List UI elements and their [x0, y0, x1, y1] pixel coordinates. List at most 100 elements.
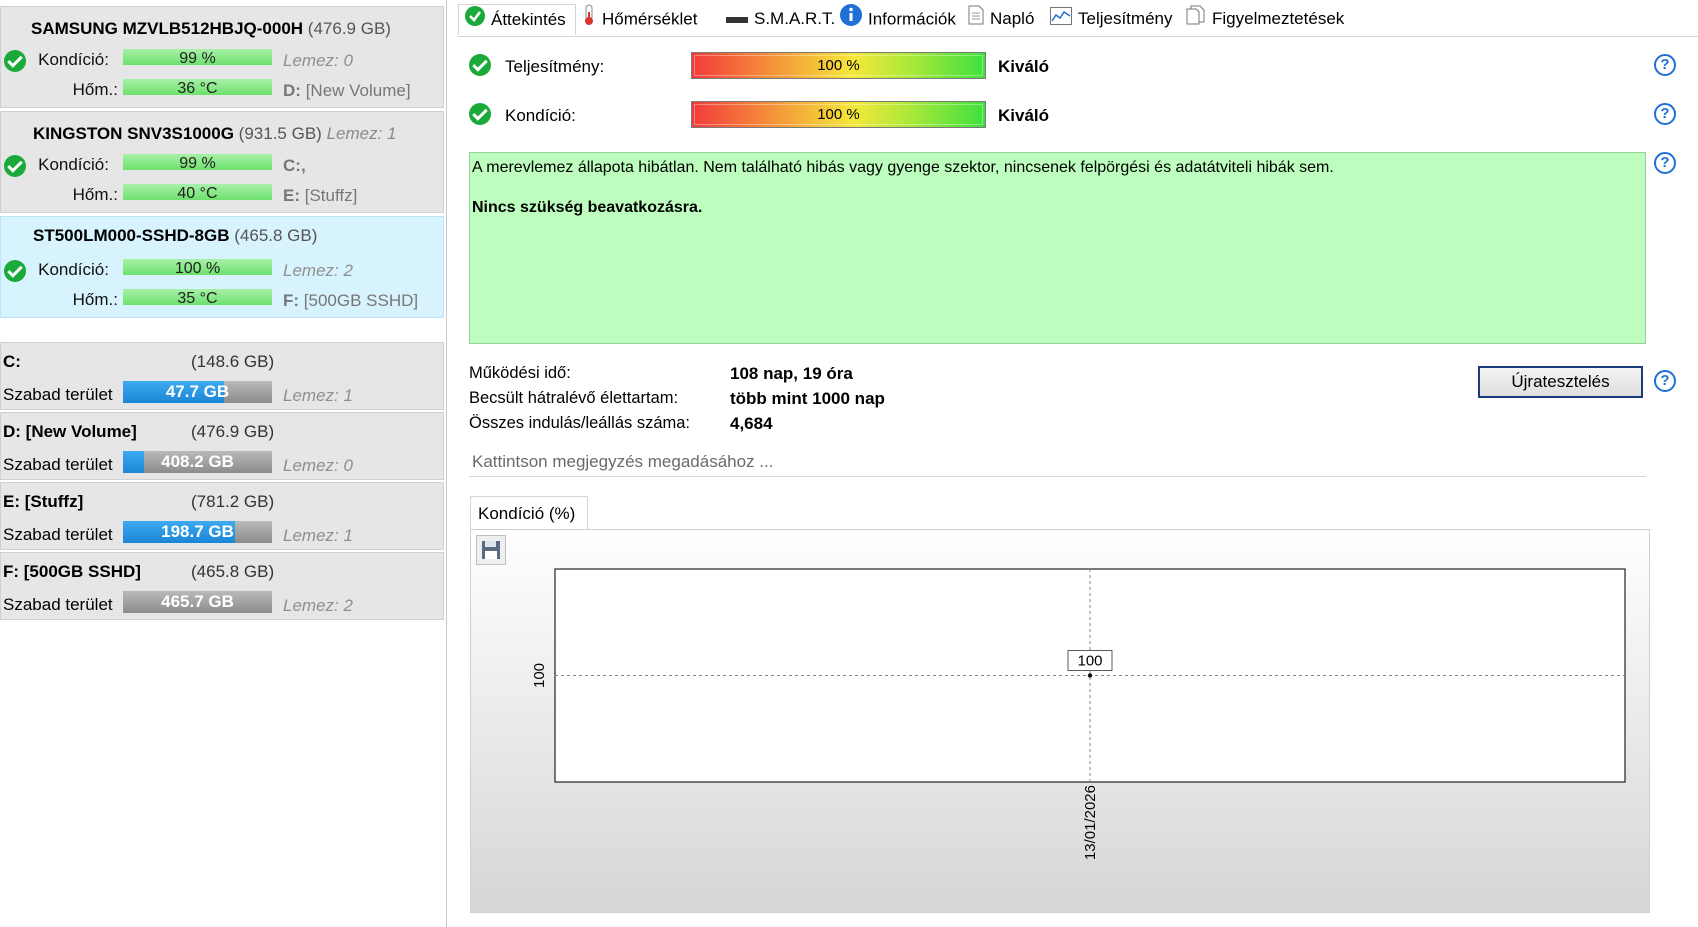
tab-warnings[interactable]: Figyelmeztetések	[1180, 4, 1352, 35]
help-icon[interactable]: ?	[1654, 54, 1676, 76]
condition-ok-icon	[469, 103, 491, 125]
performance-bar: 100 %	[691, 52, 986, 79]
status-message-box: A merevlemez állapota hibátlan. Nem talá…	[469, 152, 1646, 344]
condition-rating: Kiváló	[998, 106, 1050, 125]
volume-size: (465.8 GB)	[191, 562, 275, 581]
temp-bar: 40 °C	[123, 184, 272, 203]
document-icon	[968, 5, 984, 35]
free-space-label: Szabad terület	[3, 595, 113, 614]
volume-name: D: [New Volume]	[3, 422, 137, 441]
drive-icon	[726, 5, 748, 35]
condition-label: Kondíció:	[38, 155, 109, 174]
tab-information[interactable]: Információk	[834, 4, 962, 35]
free-space-bar: 198.7 GB	[123, 521, 272, 543]
disk-index: Lemez: 2	[283, 261, 353, 280]
volume-item-c[interactable]: C: (148.6 GB) Szabad terület 47.7 GB Lem…	[0, 342, 444, 410]
status-recommendation: Nincs szükség beavatkozásra.	[472, 199, 703, 216]
condition-chart: 100 13/01/2026 100	[531, 568, 1626, 860]
y-tick-label: 100	[531, 663, 548, 688]
startstop-label: Összes indulás/leállás száma:	[469, 414, 691, 432]
free-space-bar: 47.7 GB	[123, 381, 272, 403]
disk-size: (931.5 GB)	[238, 124, 322, 143]
temp-label: Hőm.:	[72, 80, 118, 99]
volume-item-f[interactable]: F: [500GB SSHD] (465.8 GB) Szabad terüle…	[0, 552, 444, 620]
temp-bar: 35 °C	[123, 289, 272, 308]
temp-label: Hőm.:	[72, 290, 118, 309]
volume-size: (148.6 GB)	[191, 352, 275, 371]
disk-size: (465.8 GB)	[234, 226, 318, 245]
data-point	[1087, 673, 1093, 678]
help-icon[interactable]: ?	[1654, 152, 1676, 174]
check-icon	[4, 155, 26, 177]
disk-size: (476.9 GB)	[307, 19, 391, 38]
tab-condition-chart[interactable]: Kondíció (%)	[470, 496, 588, 529]
disk-list-panel: SAMSUNG MZVLB512HBJQ-000H (476.9 GB) Kon…	[0, 0, 447, 927]
condition-bar: 99 %	[123, 154, 272, 173]
temp-label: Hőm.:	[72, 185, 118, 204]
retest-button[interactable]: Újratesztelés	[1478, 366, 1643, 398]
info-icon	[840, 4, 862, 36]
tab-log[interactable]: Napló	[962, 4, 1044, 35]
tab-temperature[interactable]: Hőmérséklet	[576, 4, 720, 35]
volume-disk-index: Lemez: 1	[283, 526, 353, 545]
disk-model: SAMSUNG MZVLB512HBJQ-000H	[31, 19, 304, 38]
free-space-label: Szabad terület	[3, 385, 113, 404]
check-icon	[4, 260, 26, 282]
disk-model: ST500LM000-SSHD-8GB	[33, 226, 230, 245]
disk-index: Lemez: 0	[283, 51, 353, 70]
x-tick-label: 13/01/2026	[1082, 785, 1099, 860]
condition-bar: 99 %	[123, 49, 272, 68]
condition-bar: 100 %	[691, 101, 986, 128]
tab-bar: Áttekintés Hőmérséklet S.M.A.R.T. Inform…	[458, 4, 1698, 37]
condition-label: Kondíció:	[38, 260, 109, 279]
volume-disk-index: Lemez: 0	[283, 456, 353, 475]
volume-item-e[interactable]: E: [Stuffz] (781.2 GB) Szabad terület 19…	[0, 482, 444, 550]
chart-icon	[1050, 5, 1072, 35]
lifetime-label: Becsült hátralévő élettartam:	[469, 389, 679, 407]
startstop-value: 4,684	[730, 414, 773, 433]
performance-rating: Kiváló	[998, 57, 1050, 76]
volume-item-d[interactable]: D: [New Volume] (476.9 GB) Szabad terüle…	[0, 412, 444, 480]
thermometer-icon	[582, 4, 596, 36]
performance-ok-icon	[469, 54, 491, 76]
free-space-bar: 408.2 GB	[123, 451, 272, 473]
volume-size: (781.2 GB)	[191, 492, 275, 511]
condition-label: Kondíció:	[38, 50, 109, 69]
free-space-label: Szabad terület	[3, 455, 113, 474]
disk-model: KINGSTON SNV3S1000G	[33, 124, 234, 143]
documents-icon	[1186, 5, 1206, 35]
check-icon	[465, 5, 485, 36]
tab-overview[interactable]: Áttekintés	[458, 4, 576, 35]
free-space-label: Szabad terület	[3, 525, 113, 544]
disk-volume: C:,	[283, 156, 306, 175]
condition-label: Kondíció:	[505, 106, 576, 125]
lifetime-value: több mint 1000 nap	[730, 389, 885, 408]
status-message: A merevlemez állapota hibátlan. Nem talá…	[472, 159, 1334, 176]
uptime-value: 108 nap, 19 óra	[730, 364, 853, 383]
temp-bar: 36 °C	[123, 79, 272, 98]
volume-name: F: [500GB SSHD]	[3, 562, 141, 581]
free-space-bar: 465.7 GB	[123, 591, 272, 613]
volume-disk-index: Lemez: 1	[283, 386, 353, 405]
condition-bar: 100 %	[123, 259, 272, 278]
volume-name: C:	[3, 352, 21, 371]
tab-smart[interactable]: S.M.A.R.T.	[720, 4, 835, 35]
disk-item-samsung[interactable]: SAMSUNG MZVLB512HBJQ-000H (476.9 GB) Kon…	[0, 6, 444, 108]
tab-performance[interactable]: Teljesítmény	[1044, 4, 1180, 35]
disk-index: Lemez: 1	[326, 124, 397, 143]
help-icon[interactable]: ?	[1654, 370, 1676, 392]
note-input[interactable]: Kattintson megjegyzés megadásához ...	[469, 447, 1646, 477]
volume-disk-index: Lemez: 2	[283, 596, 353, 615]
uptime-label: Működési idő:	[469, 364, 571, 382]
disk-volume-2: E: [Stuffz]	[283, 186, 358, 205]
check-icon	[4, 50, 26, 72]
disk-volume: F: [500GB SSHD]	[283, 291, 419, 310]
volume-size: (476.9 GB)	[191, 422, 275, 441]
disk-volume: D: [New Volume]	[283, 81, 411, 100]
volume-name: E: [Stuffz]	[3, 492, 84, 511]
disk-item-st500[interactable]: ST500LM000-SSHD-8GB (465.8 GB) Kondíció:…	[0, 216, 444, 318]
data-label: 100	[1077, 653, 1102, 670]
performance-label: Teljesítmény:	[505, 57, 605, 76]
disk-item-kingston[interactable]: KINGSTON SNV3S1000G (931.5 GB) Lemez: 1 …	[0, 111, 444, 213]
help-icon[interactable]: ?	[1654, 103, 1676, 125]
